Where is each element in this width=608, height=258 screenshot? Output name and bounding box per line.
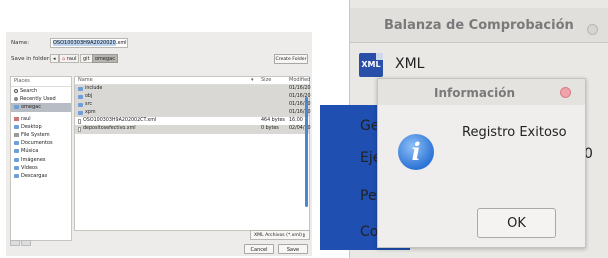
file-row[interactable]: obj 01/16/20 [75, 93, 311, 102]
save-file-dialog: Name: OSO100303H9A2020020.xml Save in fo… [6, 32, 312, 256]
document-icon [78, 118, 81, 124]
folder-icon [14, 173, 19, 178]
sidebar-item-label: Recently Used [20, 96, 56, 103]
sidebar-item-label: Música [21, 148, 39, 155]
file-name: obj [85, 94, 93, 100]
folder-icon [14, 124, 19, 129]
sidebar-item-desktop[interactable]: Desktop [11, 123, 71, 131]
sidebar-item-vídeos[interactable]: Vídeos [11, 164, 71, 172]
folder-icon [78, 95, 83, 100]
xml-file-icon: XML [359, 53, 383, 77]
breadcrumb-omegac[interactable]: omegac [92, 54, 118, 63]
column-size[interactable]: Size [261, 77, 271, 83]
breadcrumb-git[interactable]: git [80, 54, 93, 63]
drive-icon [14, 133, 19, 138]
filename-extension: .xml [115, 40, 127, 46]
field-label-co: Co [360, 224, 379, 240]
folder-icon [14, 105, 19, 110]
save-button[interactable]: Save [278, 244, 308, 254]
sidebar-item-label: Search [20, 88, 38, 94]
info-title: Información [434, 86, 516, 100]
sidebar-item-documentos[interactable]: Documentos [11, 139, 71, 147]
file-row[interactable]: OSO100303H9A202002CT.xml 464 bytes 16:00 [75, 117, 309, 125]
window-title: Balanza de Comprobación [384, 18, 574, 33]
window-close-button[interactable] [587, 24, 598, 35]
column-name[interactable]: Name [78, 77, 93, 83]
file-name: xpm [85, 110, 96, 116]
document-icon [78, 127, 81, 133]
info-dialog: Información i Registro Exitoso OK [377, 78, 586, 248]
file-name: src [85, 102, 93, 108]
sidebar-item-label: raul [21, 115, 31, 122]
file-row[interactable]: depositosefectivo.xml 0 bytes 02/04/20 [75, 125, 311, 134]
sidebar-item-label: Imágenes [21, 156, 46, 163]
file-list-scrollbar[interactable] [305, 97, 308, 207]
save-in-folder-label: Save in folder: [11, 56, 51, 62]
file-name: include [85, 86, 103, 91]
home-icon [14, 116, 19, 121]
sidebar-item-label: Documentos [21, 140, 53, 147]
filename-selected-text: OSO100303H9A2020020 [53, 40, 116, 46]
file-modified: 16:00 [289, 118, 303, 124]
file-row[interactable]: src 01/16/20 [75, 101, 311, 110]
field-label-pe: Pe [360, 188, 377, 204]
sort-indicator-icon: ▾ [251, 77, 254, 83]
sidebar-item-file-system[interactable]: File System [11, 131, 71, 139]
folder-icon [78, 87, 83, 92]
sidebar-item-label: omegac [21, 104, 41, 111]
file-type-filter-select[interactable]: XML Archivos (*.xml) ⇕ [250, 230, 310, 240]
close-icon[interactable] [560, 87, 571, 98]
ok-button[interactable]: OK [477, 208, 556, 238]
file-size: 464 bytes [261, 118, 285, 124]
places-header: Places [11, 77, 71, 87]
file-name: depositosefectivo.xml [83, 126, 136, 132]
recent-icon [14, 97, 18, 102]
balanza-titlebar: Balanza de Comprobación [350, 8, 608, 43]
sidebar-item-imágenes[interactable]: Imágenes [11, 156, 71, 164]
file-name: OSO100303H9A202002CT.xml [83, 118, 157, 124]
sidebar-item-label: Desktop [21, 123, 42, 130]
breadcrumb-back-button[interactable]: ◂ [50, 54, 59, 63]
remove-place-button[interactable] [21, 240, 31, 246]
file-list-header: Name ▾ Size Modified [75, 77, 310, 85]
sidebar-item-música[interactable]: Música [11, 147, 71, 155]
info-icon: i [398, 134, 434, 170]
file-list: Name ▾ Size Modified include 01/16/20 obj 0… [74, 76, 311, 231]
folder-icon [78, 103, 83, 108]
sidebar-item-label: File System [21, 131, 50, 138]
cancel-button[interactable]: Cancel [244, 244, 274, 254]
sidebar-item-raul[interactable]: raul [11, 115, 71, 123]
sidebar-item-omegac[interactable]: omegac [11, 103, 71, 112]
filename-input[interactable]: OSO100303H9A2020020.xml [50, 38, 128, 48]
folder-icon [14, 141, 19, 146]
file-size: 0 bytes [261, 126, 279, 132]
create-folder-button[interactable]: Create Folder [274, 54, 308, 64]
folder-icon [14, 157, 19, 162]
info-message: Registro Exitoso [462, 125, 567, 140]
column-modified[interactable]: Modified [289, 77, 310, 83]
file-modified: 01/16/20 [289, 86, 311, 91]
add-place-button[interactable] [10, 240, 20, 246]
folder-icon [78, 111, 83, 116]
sidebar-item-search[interactable]: Search [11, 87, 71, 95]
home-icon: ⌂ [62, 56, 66, 62]
sidebar-item-label: Vídeos [21, 164, 38, 171]
chevron-updown-icon: ⇕ [301, 233, 306, 239]
xml-heading: XML [395, 56, 425, 72]
sidebar-item-recently-used[interactable]: Recently Used [11, 95, 71, 103]
file-row[interactable]: include 01/16/20 [75, 85, 311, 94]
breadcrumb-raul[interactable]: ⌂ raul [59, 54, 80, 63]
info-titlebar: Información [378, 79, 585, 105]
search-icon [14, 89, 18, 94]
file-row[interactable]: xpm 01/16/20 [75, 109, 311, 118]
folder-icon [14, 165, 19, 170]
places-footer [10, 240, 72, 248]
folder-icon [14, 149, 19, 154]
sidebar-item-descargas[interactable]: Descargas [11, 172, 71, 180]
places-panel: Places Search Recently Used omegac raul Desk… [10, 76, 72, 241]
file-type-filter-value: XML Archivos (*.xml) [254, 233, 302, 238]
name-label: Name: [11, 40, 30, 46]
sidebar-item-label: Descargas [21, 172, 48, 179]
